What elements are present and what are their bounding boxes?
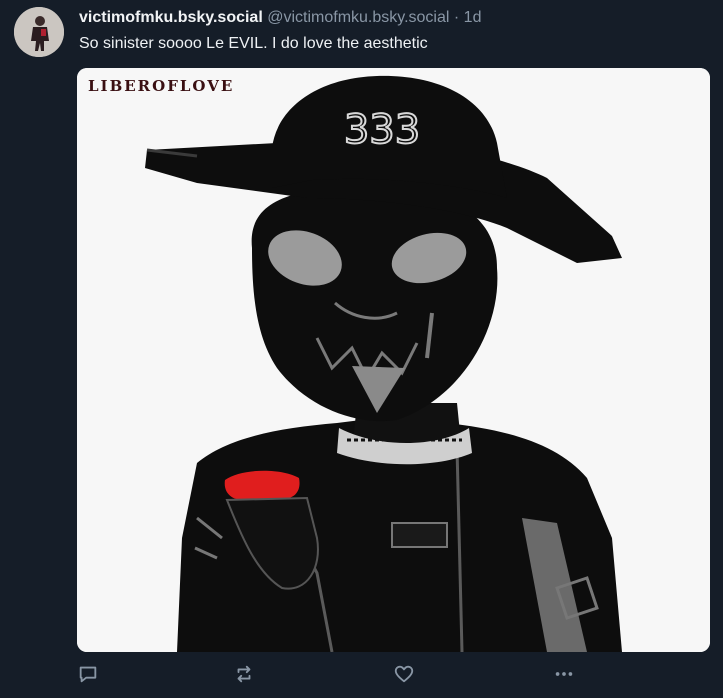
post-timestamp[interactable]: 1d — [464, 9, 482, 26]
repost-button[interactable] — [233, 663, 257, 687]
watermark-text: LIBEROFLOVE — [88, 77, 235, 95]
post-actions — [0, 657, 723, 693]
more-button[interactable] — [553, 663, 577, 687]
avatar-figure — [14, 7, 64, 57]
post-text: So sinister soooo Le EVIL. I do love the… — [79, 35, 428, 52]
like-icon — [394, 665, 414, 683]
avatar[interactable] — [14, 7, 64, 57]
display-name[interactable]: victimofmku.bsky.social — [79, 9, 263, 26]
repost-icon — [237, 665, 251, 683]
artwork-illustration: 333 — [77, 68, 710, 652]
post-image[interactable]: 333 LIBEROFLOVE — [77, 68, 710, 652]
post-header: victimofmku.bsky.social @victimofmku.bsk… — [79, 9, 481, 27]
reply-icon — [79, 666, 97, 683]
post: victimofmku.bsky.social @victimofmku.bsk… — [0, 0, 723, 698]
user-handle[interactable]: @victimofmku.bsky.social — [267, 9, 449, 26]
more-icon — [555, 672, 573, 676]
separator-dot: · — [453, 9, 460, 26]
hat-text: 333 — [344, 107, 420, 153]
reply-button[interactable] — [77, 663, 101, 687]
like-button[interactable] — [393, 663, 417, 687]
